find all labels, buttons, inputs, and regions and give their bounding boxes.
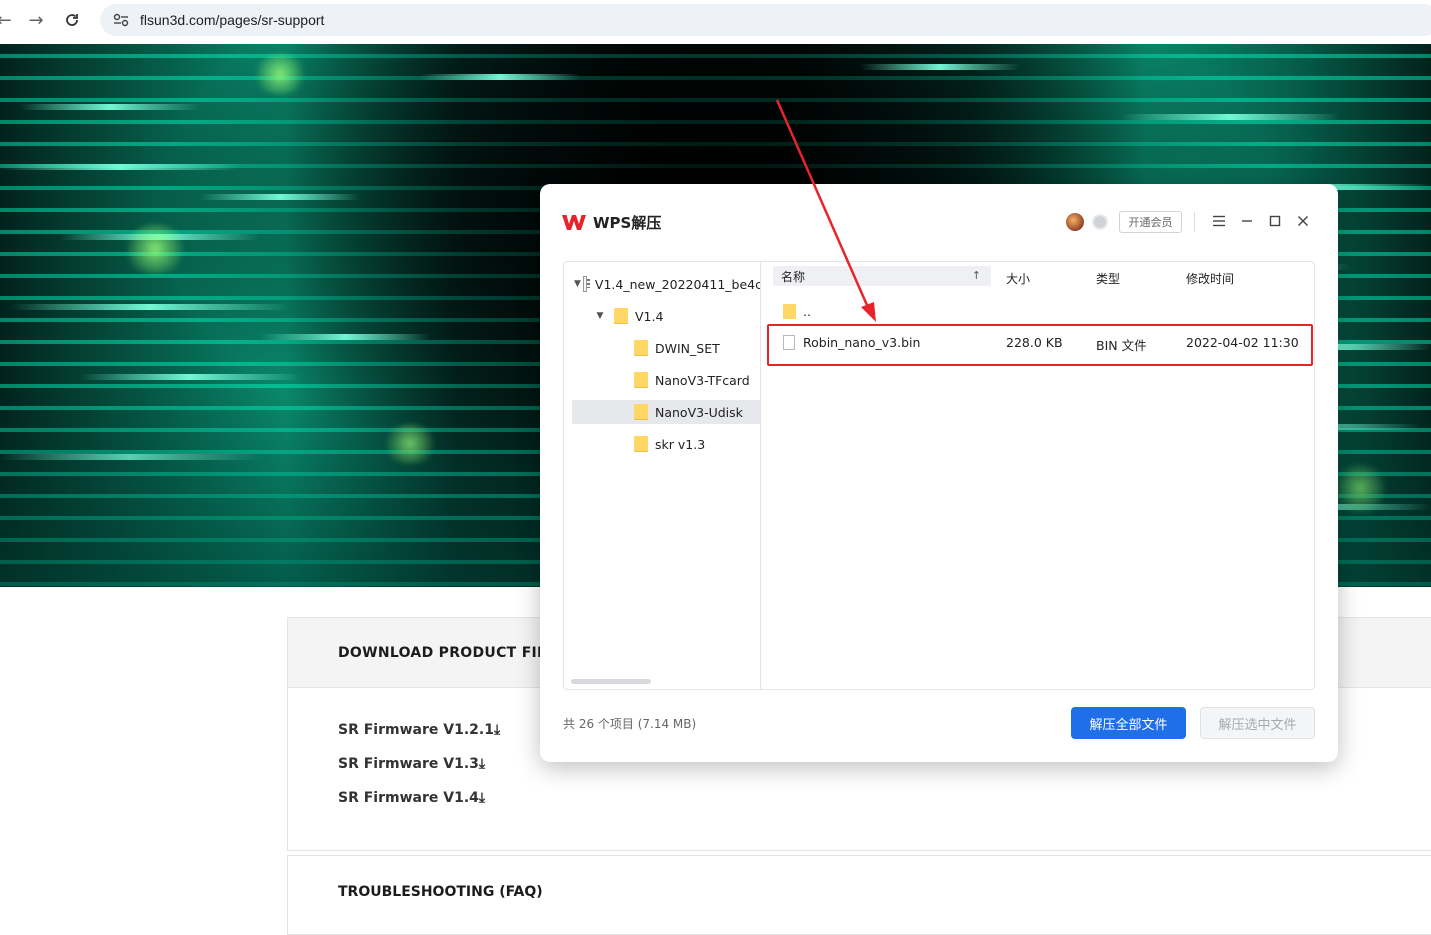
member-badge-icon[interactable]	[1092, 214, 1108, 230]
item-count: 共 26 个项目 (7.14 MB)	[563, 717, 697, 731]
tree-item-skr-v1-3[interactable]: skr v1.3	[564, 432, 761, 456]
column-header-modified[interactable]: 修改时间	[1186, 270, 1234, 287]
user-avatar[interactable]	[1066, 213, 1084, 231]
close-icon[interactable]	[1292, 210, 1314, 232]
annotation-highlight-box	[767, 324, 1313, 366]
tree-horizontal-scrollbar[interactable]	[571, 679, 651, 684]
tree-item-nanov3-tfcard[interactable]: NanoV3-TFcard	[564, 368, 761, 392]
column-header-name[interactable]: 名称 ↑	[773, 266, 991, 286]
file-list-header: 名称 ↑ 大小 类型 修改时间	[761, 262, 1314, 292]
folder-icon	[614, 308, 628, 324]
dialog-title: WPS解压	[593, 214, 662, 232]
tree-item-v1-4[interactable]: ▼ V1.4	[564, 304, 761, 328]
column-header-type[interactable]: 类型	[1096, 270, 1120, 287]
tree-item-label: NanoV3-Udisk	[655, 404, 743, 420]
folder-tree: ▼ V1.4_new_20220411_be4c ▼ V1.4 DWIN_SET…	[563, 261, 761, 690]
faq-title[interactable]: TROUBLESHOOTING (FAQ)	[338, 884, 543, 900]
back-arrow-icon[interactable]: ←	[0, 6, 18, 34]
tree-item-nanov3-udisk[interactable]: NanoV3-Udisk	[572, 400, 761, 424]
wps-logo-icon	[562, 215, 586, 230]
tree-item-label: skr v1.3	[655, 436, 706, 452]
tree-item-label: V1.4_new_20220411_be4c	[594, 276, 761, 292]
extract-all-button[interactable]: 解压全部文件	[1071, 707, 1186, 739]
extract-selected-button[interactable]: 解压选中文件	[1200, 707, 1315, 739]
caret-down-icon[interactable]: ▼	[594, 311, 606, 321]
browser-toolbar: ← → flsun3d.com/pages/sr-support	[0, 0, 1431, 40]
folder-icon	[634, 404, 648, 420]
title-separator	[1194, 212, 1195, 232]
folder-icon	[634, 340, 648, 356]
file-name: ..	[803, 304, 811, 319]
folder-icon	[634, 372, 648, 388]
menu-icon[interactable]	[1208, 210, 1230, 232]
reload-icon[interactable]	[58, 6, 86, 34]
tree-item-label: V1.4	[635, 308, 664, 324]
tree-item-archive[interactable]: ▼ V1.4_new_20220411_be4c	[564, 272, 761, 296]
list-item-parent[interactable]: ..	[773, 298, 1303, 326]
faq-panel[interactable]: TROUBLESHOOTING (FAQ)	[287, 855, 1431, 935]
maximize-icon[interactable]	[1264, 210, 1286, 232]
tree-item-label: DWIN_SET	[655, 340, 720, 356]
wps-extract-dialog: WPS解压 开通会员 ▼ V1.4_new_20220411_be4c ▼ V1…	[540, 184, 1338, 762]
open-membership-button[interactable]: 开通会员	[1119, 211, 1182, 233]
folder-icon	[634, 436, 648, 452]
firmware-link-v1-4[interactable]: SR Firmware V1.4⤓	[338, 790, 1431, 807]
folder-icon	[783, 304, 796, 319]
caret-down-icon[interactable]: ▼	[574, 279, 581, 289]
url-text: flsun3d.com/pages/sr-support	[140, 12, 325, 28]
forward-arrow-icon[interactable]: →	[22, 6, 50, 34]
address-bar[interactable]: flsun3d.com/pages/sr-support	[100, 4, 1431, 36]
archive-icon	[582, 276, 591, 292]
tree-item-label: NanoV3-TFcard	[655, 372, 750, 388]
minimize-icon[interactable]	[1236, 210, 1258, 232]
sort-up-icon: ↑	[971, 269, 981, 282]
tree-item-dwin-set[interactable]: DWIN_SET	[564, 336, 761, 360]
site-settings-icon[interactable]	[112, 11, 130, 29]
column-header-size[interactable]: 大小	[1006, 270, 1030, 287]
